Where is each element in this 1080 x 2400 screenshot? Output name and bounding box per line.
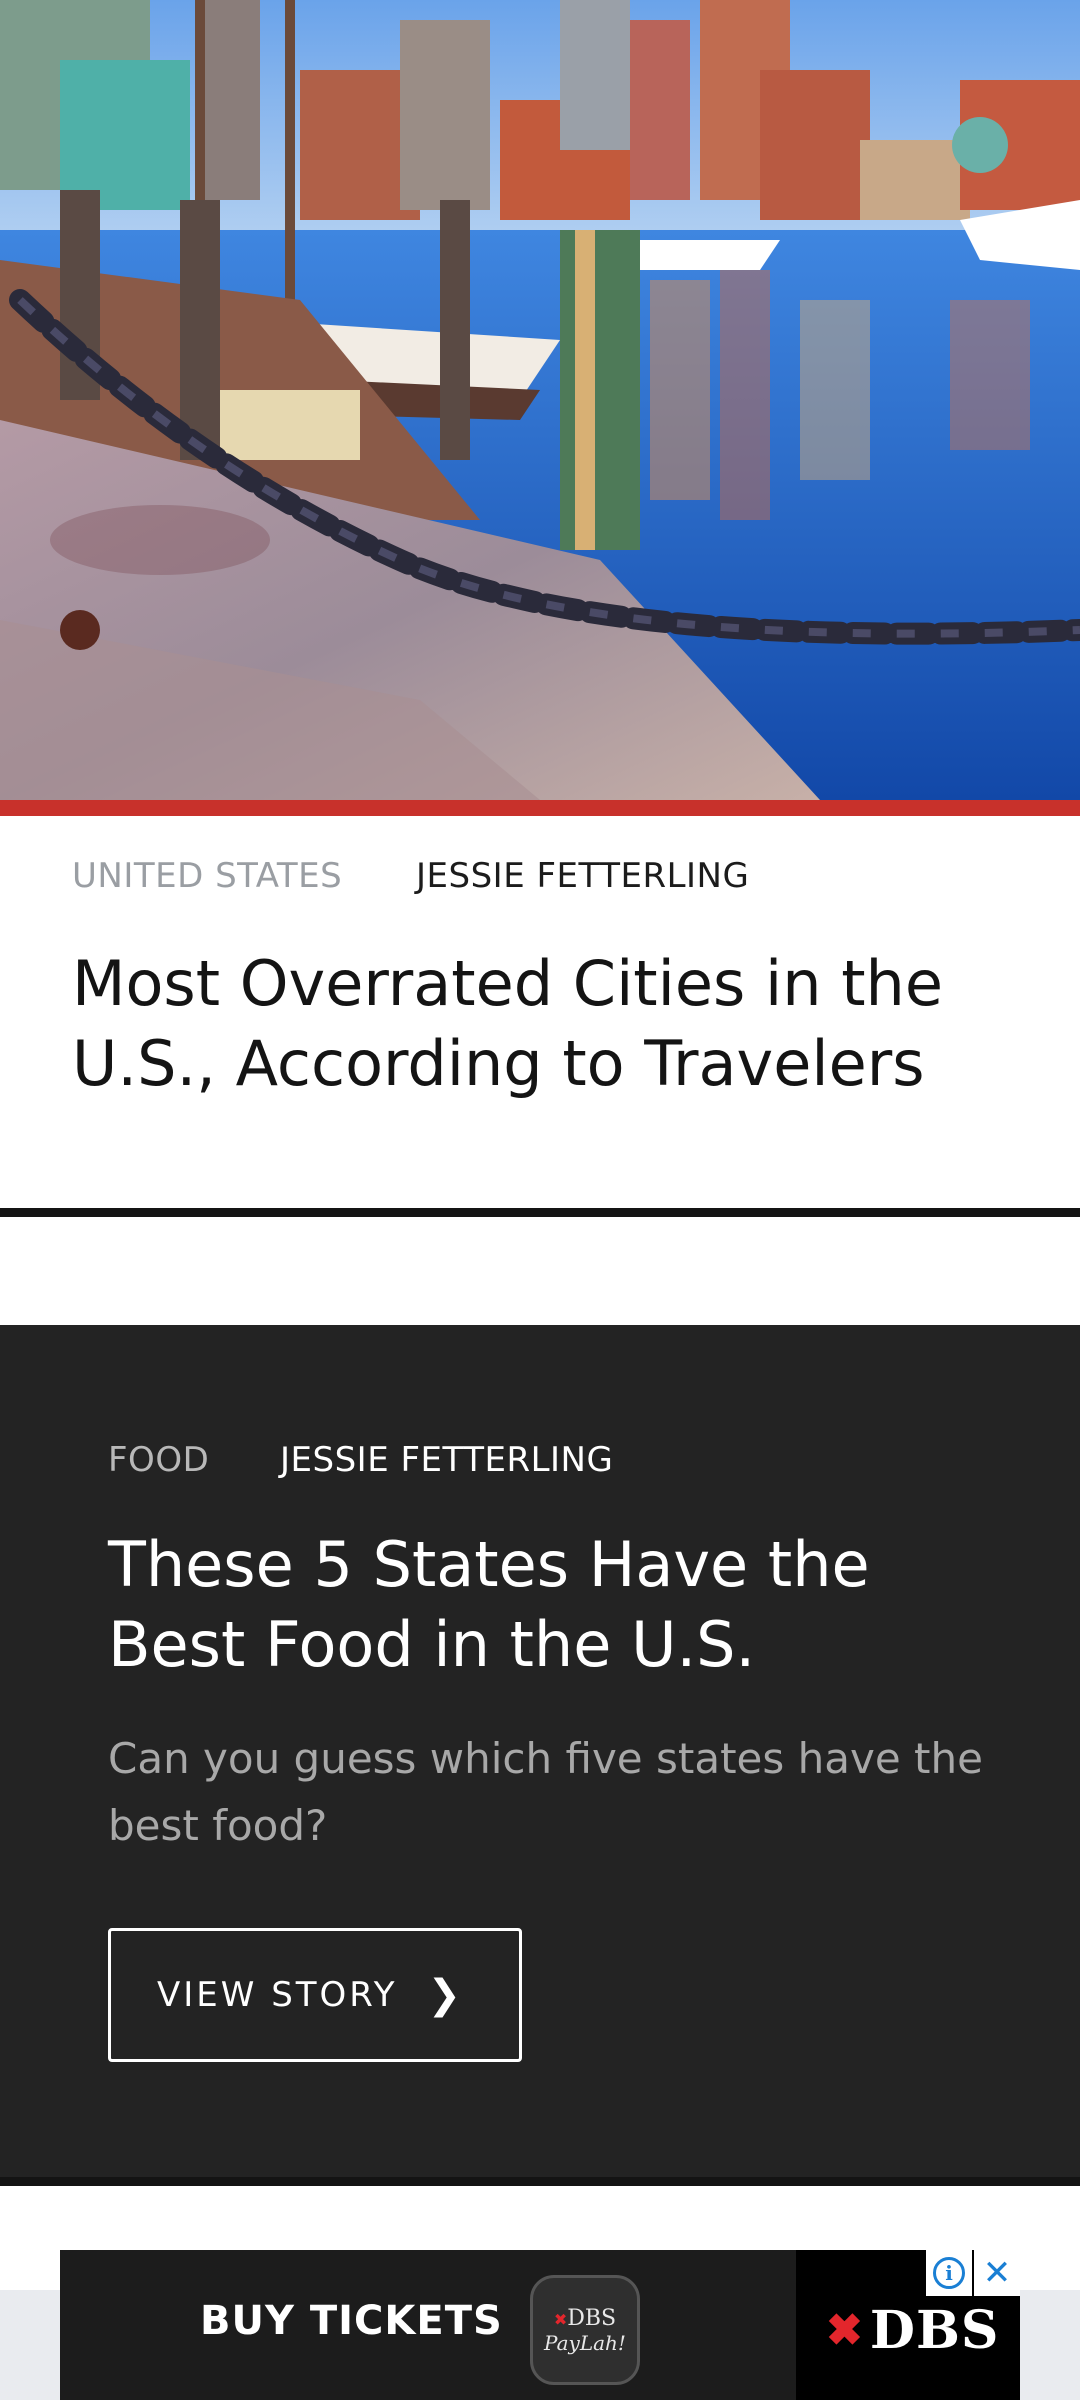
chevron-right-icon: ❯ xyxy=(427,1972,462,2018)
ad-banner[interactable]: BUY TICKETS ✖DBS PayLah! ✖ DBS i ✕ xyxy=(60,2250,1020,2400)
article-category[interactable]: FOOD xyxy=(108,1440,209,1480)
article-title[interactable]: These 5 States Have the Best Food in the… xyxy=(108,1525,1008,1685)
hero-image[interactable] xyxy=(0,0,1080,800)
harbor-photo xyxy=(0,0,1080,800)
article-category[interactable]: UNITED STATES xyxy=(72,856,342,896)
paylah-line2: PayLah! xyxy=(544,2330,626,2355)
article-title[interactable]: Most Overrated Cities in the U.S., Accor… xyxy=(72,944,1032,1104)
article-author[interactable]: JESSIE FETTERLING xyxy=(280,1440,613,1480)
view-story-button[interactable]: VIEW STORY ❯ xyxy=(108,1928,522,2062)
view-story-label: VIEW STORY xyxy=(157,1975,398,2015)
section-divider xyxy=(0,1208,1080,1217)
article-author[interactable]: JESSIE FETTERLING xyxy=(416,856,749,896)
featured-article-card: FOOD JESSIE FETTERLING These 5 States Ha… xyxy=(0,1325,1080,2177)
article-card[interactable]: UNITED STATES JESSIE FETTERLING Most Ove… xyxy=(0,816,1080,1208)
close-icon: ✕ xyxy=(982,2253,1012,2293)
ad-cta-text: BUY TICKETS xyxy=(200,2298,503,2344)
dbs-logo: ✖ DBS xyxy=(826,2300,999,2361)
section-divider xyxy=(0,2177,1080,2186)
info-icon: i xyxy=(933,2257,965,2289)
ad-info-button[interactable]: i xyxy=(926,2250,972,2296)
ad-close-button[interactable]: ✕ xyxy=(974,2250,1020,2296)
dbs-star-icon: ✖ xyxy=(826,2305,864,2356)
dbs-brand-text: DBS xyxy=(869,2300,1000,2361)
paylah-line1: DBS xyxy=(567,2305,617,2331)
section-accent-strip xyxy=(0,800,1080,816)
paylah-app-icon: ✖DBS PayLah! xyxy=(530,2275,640,2385)
article-description: Can you guess which five states have the… xyxy=(108,1734,983,1850)
